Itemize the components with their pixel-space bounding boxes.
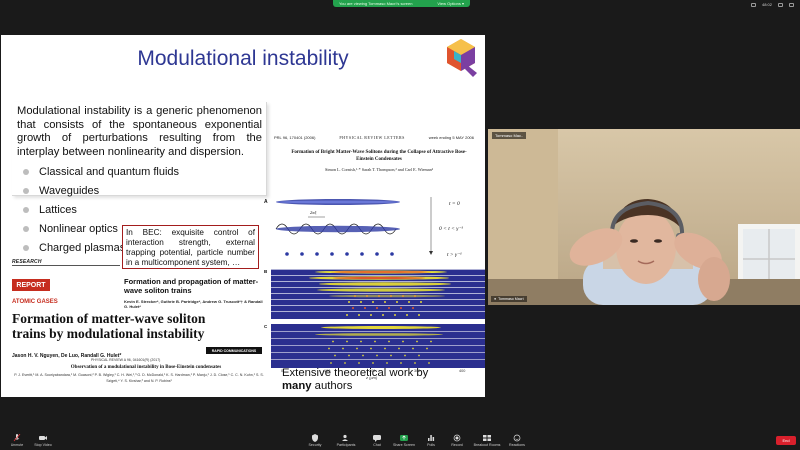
list-item: Lattices xyxy=(23,200,179,219)
microphone-muted-icon xyxy=(13,434,21,442)
video-frame-image xyxy=(488,129,800,305)
list-item: Classical and quantum fluids xyxy=(23,162,179,181)
prl-week: week ending 5 MAY 2006 xyxy=(428,135,474,140)
svg-text:0 < t < γ⁻¹: 0 < t < γ⁻¹ xyxy=(439,226,463,232)
reactions-button[interactable]: Reactions xyxy=(502,434,532,447)
institution-logo-icon xyxy=(447,39,477,77)
bullet-icon xyxy=(23,225,29,232)
record-icon xyxy=(453,434,461,442)
breakout-rooms-button[interactable]: Breakout Rooms xyxy=(472,434,502,447)
nature-paper-title: Formation and propagation of matter-wave… xyxy=(124,277,259,295)
report-badge: REPORT xyxy=(12,279,50,291)
chat-button[interactable]: Chat xyxy=(362,434,392,447)
bullet-icon xyxy=(23,244,29,251)
gallery-view-icon[interactable] xyxy=(778,2,783,7)
participants-button[interactable]: Participants xyxy=(331,434,361,447)
absorption-images-b: B xyxy=(264,269,485,319)
prl-citation: PRL 96, 170401 (2006) xyxy=(274,135,316,140)
bullet-icon xyxy=(23,206,29,213)
zoom-window: You are viewing Tommaso Macrì's screen V… xyxy=(0,0,800,450)
pra-paper-authors: P. J. Everitt,¹ M. A. Sooriyabandara,¹ M… xyxy=(14,373,264,383)
svg-text:A: A xyxy=(264,199,268,205)
participant-label: ● Tommaso Macrì xyxy=(491,296,527,302)
participant-name-tag: Tommaso Mac.. xyxy=(492,132,527,139)
security-button[interactable]: Security xyxy=(300,434,330,447)
record-button[interactable]: Record xyxy=(442,434,472,447)
stop-video-button[interactable]: Stop Video xyxy=(28,434,58,447)
share-screen-button[interactable]: Share Screen xyxy=(389,434,419,447)
soliton-schematic-figure: A 2πξ t = 0 0 < t < γ⁻¹ t > γ⁻¹ xyxy=(264,197,463,258)
video-camera-icon xyxy=(39,436,47,440)
shield-icon xyxy=(312,434,318,442)
prl-paper-authors: Simon L. Cornish,¹·* Sarah T. Thompson,²… xyxy=(325,167,433,172)
svg-text:t > γ⁻¹: t > γ⁻¹ xyxy=(447,252,462,258)
meeting-timer: 48:02 xyxy=(761,2,772,7)
absorption-images-c: C xyxy=(264,324,485,368)
prl-paper-title: Formation of Bright Matter-Wave Solitons… xyxy=(291,150,467,162)
smiley-icon xyxy=(513,434,521,442)
fullscreen-icon[interactable] xyxy=(789,2,794,7)
shield-icon[interactable] xyxy=(750,2,756,7)
nature-paper-authors: Kevin E. Strecker*, Guthrie B. Partridge… xyxy=(124,299,263,309)
divider xyxy=(12,265,120,266)
rapid-communications-badge: RAPID COMMUNICATIONS xyxy=(206,347,262,354)
muted-mic-icon: ● xyxy=(494,297,497,301)
science-paper-title: Formation of matter-wave soliton trains … xyxy=(12,311,206,341)
chat-bubble-icon xyxy=(373,435,381,442)
breakout-rooms-icon xyxy=(483,435,491,441)
polls-icon xyxy=(428,435,435,441)
top-right-controls: 48:02 xyxy=(750,2,794,7)
theory-note: Extensive theoretical work by many author… xyxy=(282,367,429,392)
top-bar: You are viewing Tommaso Macrì's screen V… xyxy=(0,0,800,10)
share-screen-icon xyxy=(400,435,408,441)
pra-paper-title: Observation of a modulational instabilit… xyxy=(70,365,222,370)
prl-journal-name: PHYSICAL REVIEW LETTERS xyxy=(339,135,405,140)
participants-icon xyxy=(342,434,348,441)
bullet-icon xyxy=(23,168,29,175)
share-notice-text: You are viewing Tommaso Macrì's screen xyxy=(339,1,413,6)
svg-text:t = 0: t = 0 xyxy=(449,201,460,207)
pra-citation: PHYSICAL REVIEW A 96, 041601(R) (2017) xyxy=(91,358,161,362)
participant-video[interactable]: Tommaso Mac.. ● Tommaso Macrì xyxy=(488,129,800,305)
meeting-toolbar: Unmute Stop Video Security Participants … xyxy=(0,432,800,450)
svg-text:2πξ: 2πξ xyxy=(310,210,317,215)
slide-title: Modulational instability xyxy=(137,47,349,70)
definition-text: Modulational instability is a generic ph… xyxy=(17,105,262,158)
prl-header: PRL 96, 170401 (2006) PHYSICAL REVIEW LE… xyxy=(274,135,474,140)
list-item: Waveguides xyxy=(23,181,179,200)
screen-share-banner[interactable]: You are viewing Tommaso Macrì's screen V… xyxy=(333,0,470,7)
section-label: ATOMIC GASES xyxy=(12,299,58,305)
svg-text:B: B xyxy=(264,269,268,274)
bullet-icon xyxy=(23,187,29,194)
shared-slide: Modulational instability Modulational in… xyxy=(1,35,485,397)
bec-note-box: In BEC: exquisite control of interaction… xyxy=(122,225,259,269)
end-meeting-button[interactable]: End xyxy=(776,436,796,445)
svg-text:C: C xyxy=(264,324,268,329)
view-options-button[interactable]: View Options ▾ xyxy=(437,1,464,6)
